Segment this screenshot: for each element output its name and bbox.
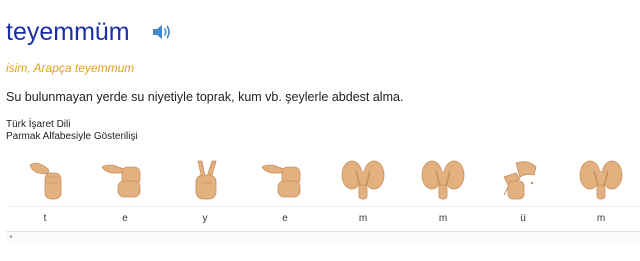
hand-sign-t [16, 157, 74, 203]
letter-label: m [596, 213, 606, 224]
letter-label: t [43, 213, 47, 224]
hand-sign-e [96, 157, 154, 203]
sign-language-heading: Türk İşaret Dili Parmak Alfabesiyle Göst… [6, 119, 138, 143]
dictionary-entry: teyemmüm isim, Arapça teyemmum Su bulunm… [0, 0, 640, 261]
definition-text: Su bulunmayan yerde su niyetiyle toprak,… [6, 90, 404, 104]
sign-language-subtitle: Parmak Alfabesiyle Gösterilişi [6, 131, 138, 142]
title-row: teyemmüm [6, 14, 172, 50]
hand-sign-u-umlaut [494, 157, 552, 203]
fingerspelling-images [0, 157, 640, 203]
letter-label: ü [520, 213, 526, 224]
letter-label: m [438, 213, 448, 224]
letter-label: e [122, 213, 128, 224]
hand-sign-m [334, 157, 392, 203]
sign-language-name: Türk İşaret Dili [6, 119, 71, 130]
hand-sign-y [176, 157, 234, 203]
word-meta: isim, Arapça teyemmum [6, 61, 135, 75]
speaker-icon[interactable] [152, 23, 172, 41]
hand-sign-m [414, 157, 472, 203]
letter-label: y [202, 213, 208, 224]
word-title: teyemmüm [6, 18, 130, 46]
letter-label: e [282, 213, 288, 224]
hand-sign-e [256, 157, 314, 203]
letter-label: m [358, 213, 368, 224]
divider [6, 206, 640, 207]
scroll-left-arrow-icon[interactable]: ◂ [9, 233, 12, 241]
hand-sign-m [572, 157, 630, 203]
horizontal-scrollbar[interactable]: ◂ [6, 231, 640, 242]
fingerspelling-letters: t e y e m m ü m [0, 213, 640, 225]
